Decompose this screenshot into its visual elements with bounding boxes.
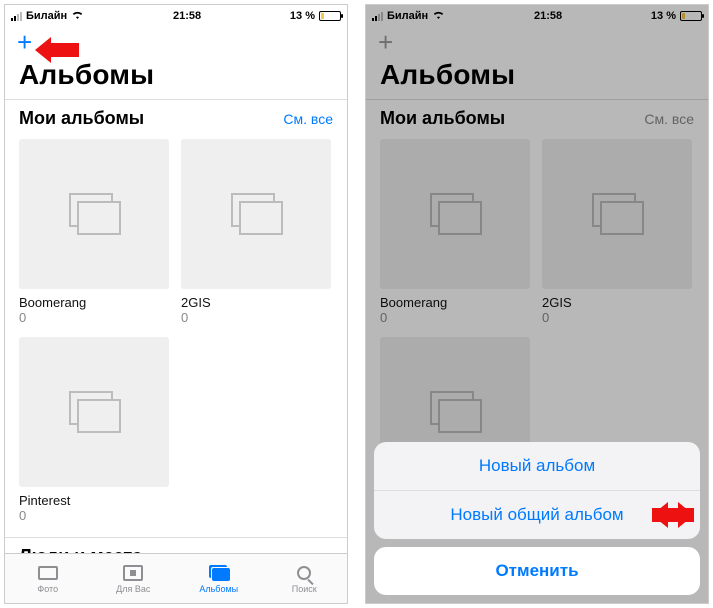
cancel-button[interactable]: Отменить bbox=[374, 547, 700, 595]
for-you-icon bbox=[122, 564, 144, 582]
album-thumb-icon bbox=[19, 337, 169, 487]
tab-for-you[interactable]: Для Вас bbox=[91, 554, 177, 603]
tab-bar: Фото Для Вас Альбомы Поиск bbox=[5, 553, 347, 603]
section-my-albums: Мои альбомы См. все bbox=[5, 99, 347, 135]
battery-pct: 13 % bbox=[290, 10, 315, 22]
albums-grid: Boomerang 0 2GIS 0 Pinterest 0 bbox=[5, 135, 347, 531]
album-count: 0 bbox=[181, 310, 331, 325]
photo-icon bbox=[37, 564, 59, 582]
search-icon bbox=[293, 564, 315, 582]
status-bar: Билайн 21:58 13 % bbox=[5, 5, 347, 25]
carrier-label: Билайн bbox=[26, 10, 67, 22]
see-all-link[interactable]: См. все bbox=[283, 111, 333, 127]
album-name: 2GIS bbox=[181, 295, 331, 310]
screenshot-right: Билайн 21:58 13 % + Альбомы bbox=[365, 4, 709, 604]
album-name: Boomerang bbox=[19, 295, 169, 310]
album-name: Pinterest bbox=[19, 493, 169, 508]
album-item[interactable]: 2GIS 0 bbox=[181, 139, 331, 325]
tab-label: Для Вас bbox=[116, 584, 150, 594]
album-item[interactable]: Pinterest 0 bbox=[19, 337, 169, 523]
add-button[interactable]: + bbox=[17, 29, 32, 55]
tab-albums[interactable]: Альбомы bbox=[176, 554, 262, 603]
clock: 21:58 bbox=[173, 10, 201, 22]
wifi-icon bbox=[71, 10, 84, 23]
album-thumb-icon bbox=[181, 139, 331, 289]
albums-icon bbox=[208, 564, 230, 582]
album-item[interactable]: Boomerang 0 bbox=[19, 139, 169, 325]
album-count: 0 bbox=[19, 310, 169, 325]
tab-search[interactable]: Поиск bbox=[262, 554, 348, 603]
tab-label: Поиск bbox=[292, 584, 317, 594]
tutorial-arrow-icon bbox=[35, 37, 79, 63]
screenshot-left: Билайн 21:58 13 % + Альбомы Мои альбомы … bbox=[4, 4, 348, 604]
page-title: Альбомы bbox=[5, 59, 347, 99]
tab-photo[interactable]: Фото bbox=[5, 554, 91, 603]
tab-label: Фото bbox=[37, 584, 58, 594]
tab-label: Альбомы bbox=[199, 584, 238, 594]
section-label: Мои альбомы bbox=[19, 108, 144, 129]
tutorial-arrow-icon bbox=[652, 502, 694, 528]
album-thumb-icon bbox=[19, 139, 169, 289]
album-count: 0 bbox=[19, 508, 169, 523]
battery-icon bbox=[319, 11, 341, 21]
new-album-button[interactable]: Новый альбом bbox=[374, 442, 700, 490]
signal-icon bbox=[11, 12, 22, 21]
